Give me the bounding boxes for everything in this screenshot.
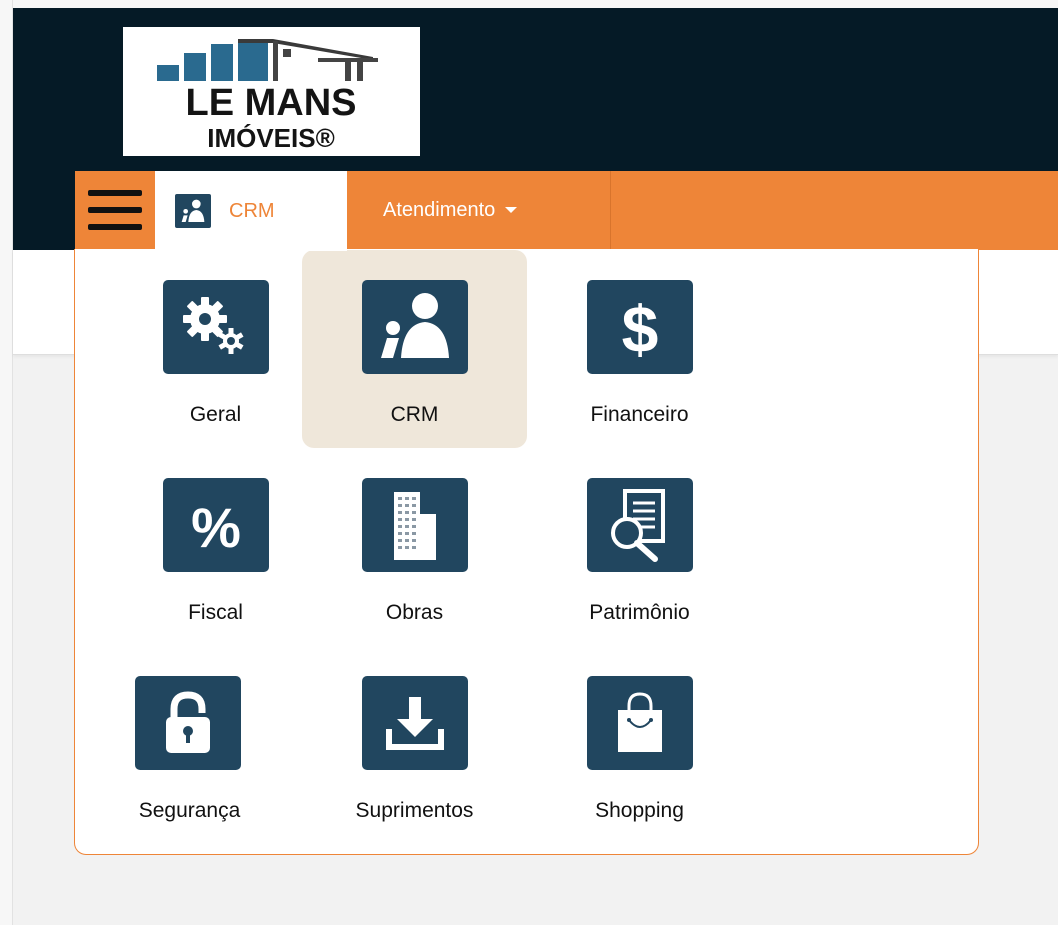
module-seguranca[interactable]: Segurança: [77, 646, 302, 844]
logo-graphic: LE MANS IMÓVEIS®: [157, 39, 378, 153]
tab-crm-label: CRM: [229, 199, 275, 222]
module-financeiro[interactable]: $ Financeiro: [527, 250, 752, 448]
module-crm-label: CRM: [390, 403, 439, 426]
hamburger-icon: [88, 190, 142, 230]
shopping-bag-icon: [587, 676, 693, 770]
svg-text:$: $: [622, 292, 659, 362]
module-suprimentos[interactable]: Suprimentos: [302, 646, 527, 844]
module-obras[interactable]: Obras: [302, 448, 527, 646]
tab-atendimento-label: Atendimento: [383, 198, 496, 221]
crm-people-icon: [175, 194, 211, 228]
window-frame-left: [0, 0, 13, 925]
logo-line-2: IMÓVEIS®: [207, 123, 335, 153]
percent-icon: %: [163, 478, 269, 572]
download-icon: [362, 676, 468, 770]
building-icon: [362, 478, 468, 572]
module-shopping-label: Shopping: [595, 799, 684, 822]
dollar-icon: $: [587, 280, 693, 374]
svg-text:%: %: [191, 496, 241, 555]
hamburger-menu-button[interactable]: [75, 171, 155, 249]
caret-down-icon: [505, 207, 518, 213]
le-mans-logo[interactable]: LE MANS IMÓVEIS®: [123, 27, 420, 156]
module-geral[interactable]: Geral: [103, 250, 328, 448]
module-geral-label: Geral: [189, 403, 242, 426]
module-shopping[interactable]: Shopping: [527, 646, 752, 844]
module-fiscal[interactable]: % Fiscal: [103, 448, 328, 646]
module-patrimonio-label: Patrimônio: [589, 601, 690, 624]
module-financeiro-label: Financeiro: [590, 403, 689, 426]
module-fiscal-label: Fiscal: [188, 601, 243, 624]
module-crm[interactable]: CRM: [302, 250, 527, 448]
module-suprimentos-label: Suprimentos: [355, 799, 474, 822]
tab-crm[interactable]: CRM: [155, 171, 347, 251]
padlock-icon: [135, 676, 241, 770]
gears-icon: [163, 280, 269, 374]
tab-atendimento[interactable]: Atendimento: [347, 171, 611, 249]
document-search-icon: [587, 478, 693, 572]
module-seguranca-label: Segurança: [138, 799, 241, 822]
logo-line-1: LE MANS: [186, 82, 357, 124]
modules-dropdown: Geral CRM $ Financeiro % Fiscal Obras Pa…: [74, 249, 979, 855]
module-obras-label: Obras: [385, 601, 444, 624]
window-frame-top: [0, 0, 1058, 8]
module-patrimonio[interactable]: Patrimônio: [527, 448, 752, 646]
crm-people-icon: [362, 280, 468, 374]
